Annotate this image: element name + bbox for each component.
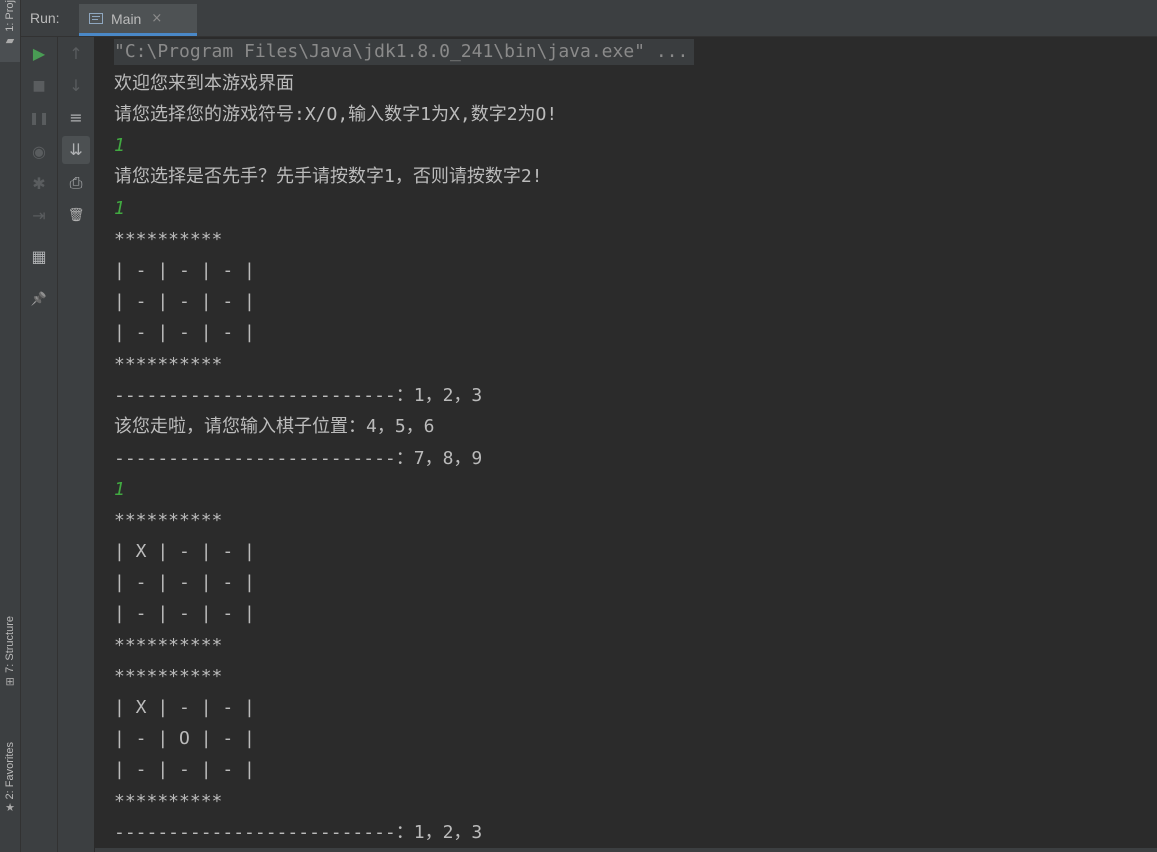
console-line: --------------------------：1，2，3 [114, 822, 483, 843]
board-row: | - | - | - | [114, 572, 255, 593]
console-line: ********** [114, 635, 223, 656]
project-tab-label: 1: Proj [4, 0, 16, 32]
favorites-tab-label: 2: Favorites [4, 742, 16, 800]
run-toolbar-left: ▶ ■ ❚❚ ◉ ✱ ⇥ ▦ 📌 [21, 37, 58, 852]
console-line: ********** [114, 666, 223, 687]
board-row: | - | - | - | [114, 260, 255, 281]
console-line: --------------------------：7，8，9 [114, 448, 483, 469]
console-icon [89, 13, 103, 24]
structure-icon: ⊞ [5, 674, 15, 688]
pause-button[interactable]: ❚❚ [25, 104, 53, 132]
stop-button[interactable]: ■ [25, 72, 53, 100]
run-label: Run: [30, 10, 60, 26]
arrow-up-icon: ↑ [69, 44, 83, 63]
console-command-line: "C:\Program Files\Java\jdk1.8.0_241\bin\… [114, 39, 695, 65]
board-row: | X | - | - | [114, 541, 255, 562]
stop-icon: ■ [32, 78, 46, 94]
pause-icon: ❚❚ [28, 111, 50, 125]
pin-icon: 📌 [30, 291, 48, 307]
console-user-input: 1 [114, 198, 125, 219]
console-line: 欢迎您来到本游戏界面 [114, 73, 294, 94]
board-row: | - | O | - | [114, 728, 255, 749]
bottom-border [95, 848, 1157, 852]
soft-wrap-button[interactable]: ≡ [62, 104, 90, 132]
print-button[interactable]: ⎙ [62, 169, 90, 197]
left-tool-stripe: 1: Proj ▰ 7: Structure ⊞ 2: Favorites ★ [0, 0, 21, 852]
run-toolbar-right: ↑ ↓ ≡ ⇊ ⎙ 🗑 [58, 37, 95, 852]
scroll-to-end-icon: ⇊ [69, 140, 83, 159]
trash-icon: 🗑 [67, 207, 85, 223]
tab-main-label: Main [111, 10, 142, 27]
console-line: ********** [114, 510, 223, 531]
rerun-button[interactable]: ▶ [25, 40, 53, 68]
console-user-input: 1 [114, 479, 125, 500]
camera-icon: ◉ [32, 142, 46, 161]
console-line: ********** [114, 229, 223, 250]
board-row: | - | - | - | [114, 322, 255, 343]
folder-icon: ▰ [5, 33, 15, 47]
soft-wrap-icon: ≡ [69, 108, 83, 127]
run-tool-window: 1: Proj ▰ 7: Structure ⊞ 2: Favorites ★ … [0, 0, 1157, 852]
dump-threads-button[interactable]: ◉ [25, 138, 53, 166]
printer-icon: ⎙ [69, 173, 83, 192]
console-line: ********** [114, 354, 223, 375]
close-icon[interactable]: × [151, 11, 162, 26]
down-button[interactable]: ↓ [62, 72, 90, 100]
console-line: 请您选择您的游戏符号:X/O,输入数字1为X,数字2为O! [114, 104, 558, 125]
structure-tab-label: 7: Structure [4, 616, 16, 673]
board-row: | X | - | - | [114, 697, 255, 718]
favorites-tool-tab[interactable]: 2: Favorites ★ [0, 742, 20, 838]
console-user-input: 1 [114, 135, 125, 156]
layout-button[interactable]: ▦ [25, 243, 53, 271]
exit-icon: ⇥ [32, 206, 46, 225]
clear-button[interactable]: 🗑 [62, 201, 90, 229]
run-header: Run: Main × [21, 0, 1157, 37]
layout-icon: ▦ [31, 247, 47, 266]
exit-button[interactable]: ⇥ [25, 202, 53, 230]
console-line: --------------------------：1，2，3 [114, 385, 483, 406]
scroll-to-end-button[interactable]: ⇊ [62, 136, 90, 164]
tab-main[interactable]: Main × [79, 4, 197, 36]
settings-button[interactable]: ✱ [25, 170, 53, 198]
board-row: | - | - | - | [114, 759, 255, 780]
structure-tool-tab[interactable]: 7: Structure ⊞ [0, 616, 20, 712]
play-icon: ▶ [32, 44, 46, 63]
gear-icon: ✱ [32, 174, 46, 193]
console-line: ********** [114, 791, 223, 812]
arrow-down-icon: ↓ [69, 76, 83, 95]
board-row: | - | - | - | [114, 291, 255, 312]
pin-button[interactable]: 📌 [25, 285, 53, 313]
board-row: | - | - | - | [114, 603, 255, 624]
project-tool-tab[interactable]: 1: Proj ▰ [0, 0, 20, 62]
console-output[interactable]: "C:\Program Files\Java\jdk1.8.0_241\bin\… [95, 37, 1157, 852]
up-button[interactable]: ↑ [62, 40, 90, 68]
console-line: 该您走啦，请您输入棋子位置：4，5，6 [114, 416, 435, 437]
star-icon: ★ [5, 801, 15, 815]
console-line: 请您选择是否先手？先手请按数字1，否则请按数字2! [114, 166, 543, 187]
